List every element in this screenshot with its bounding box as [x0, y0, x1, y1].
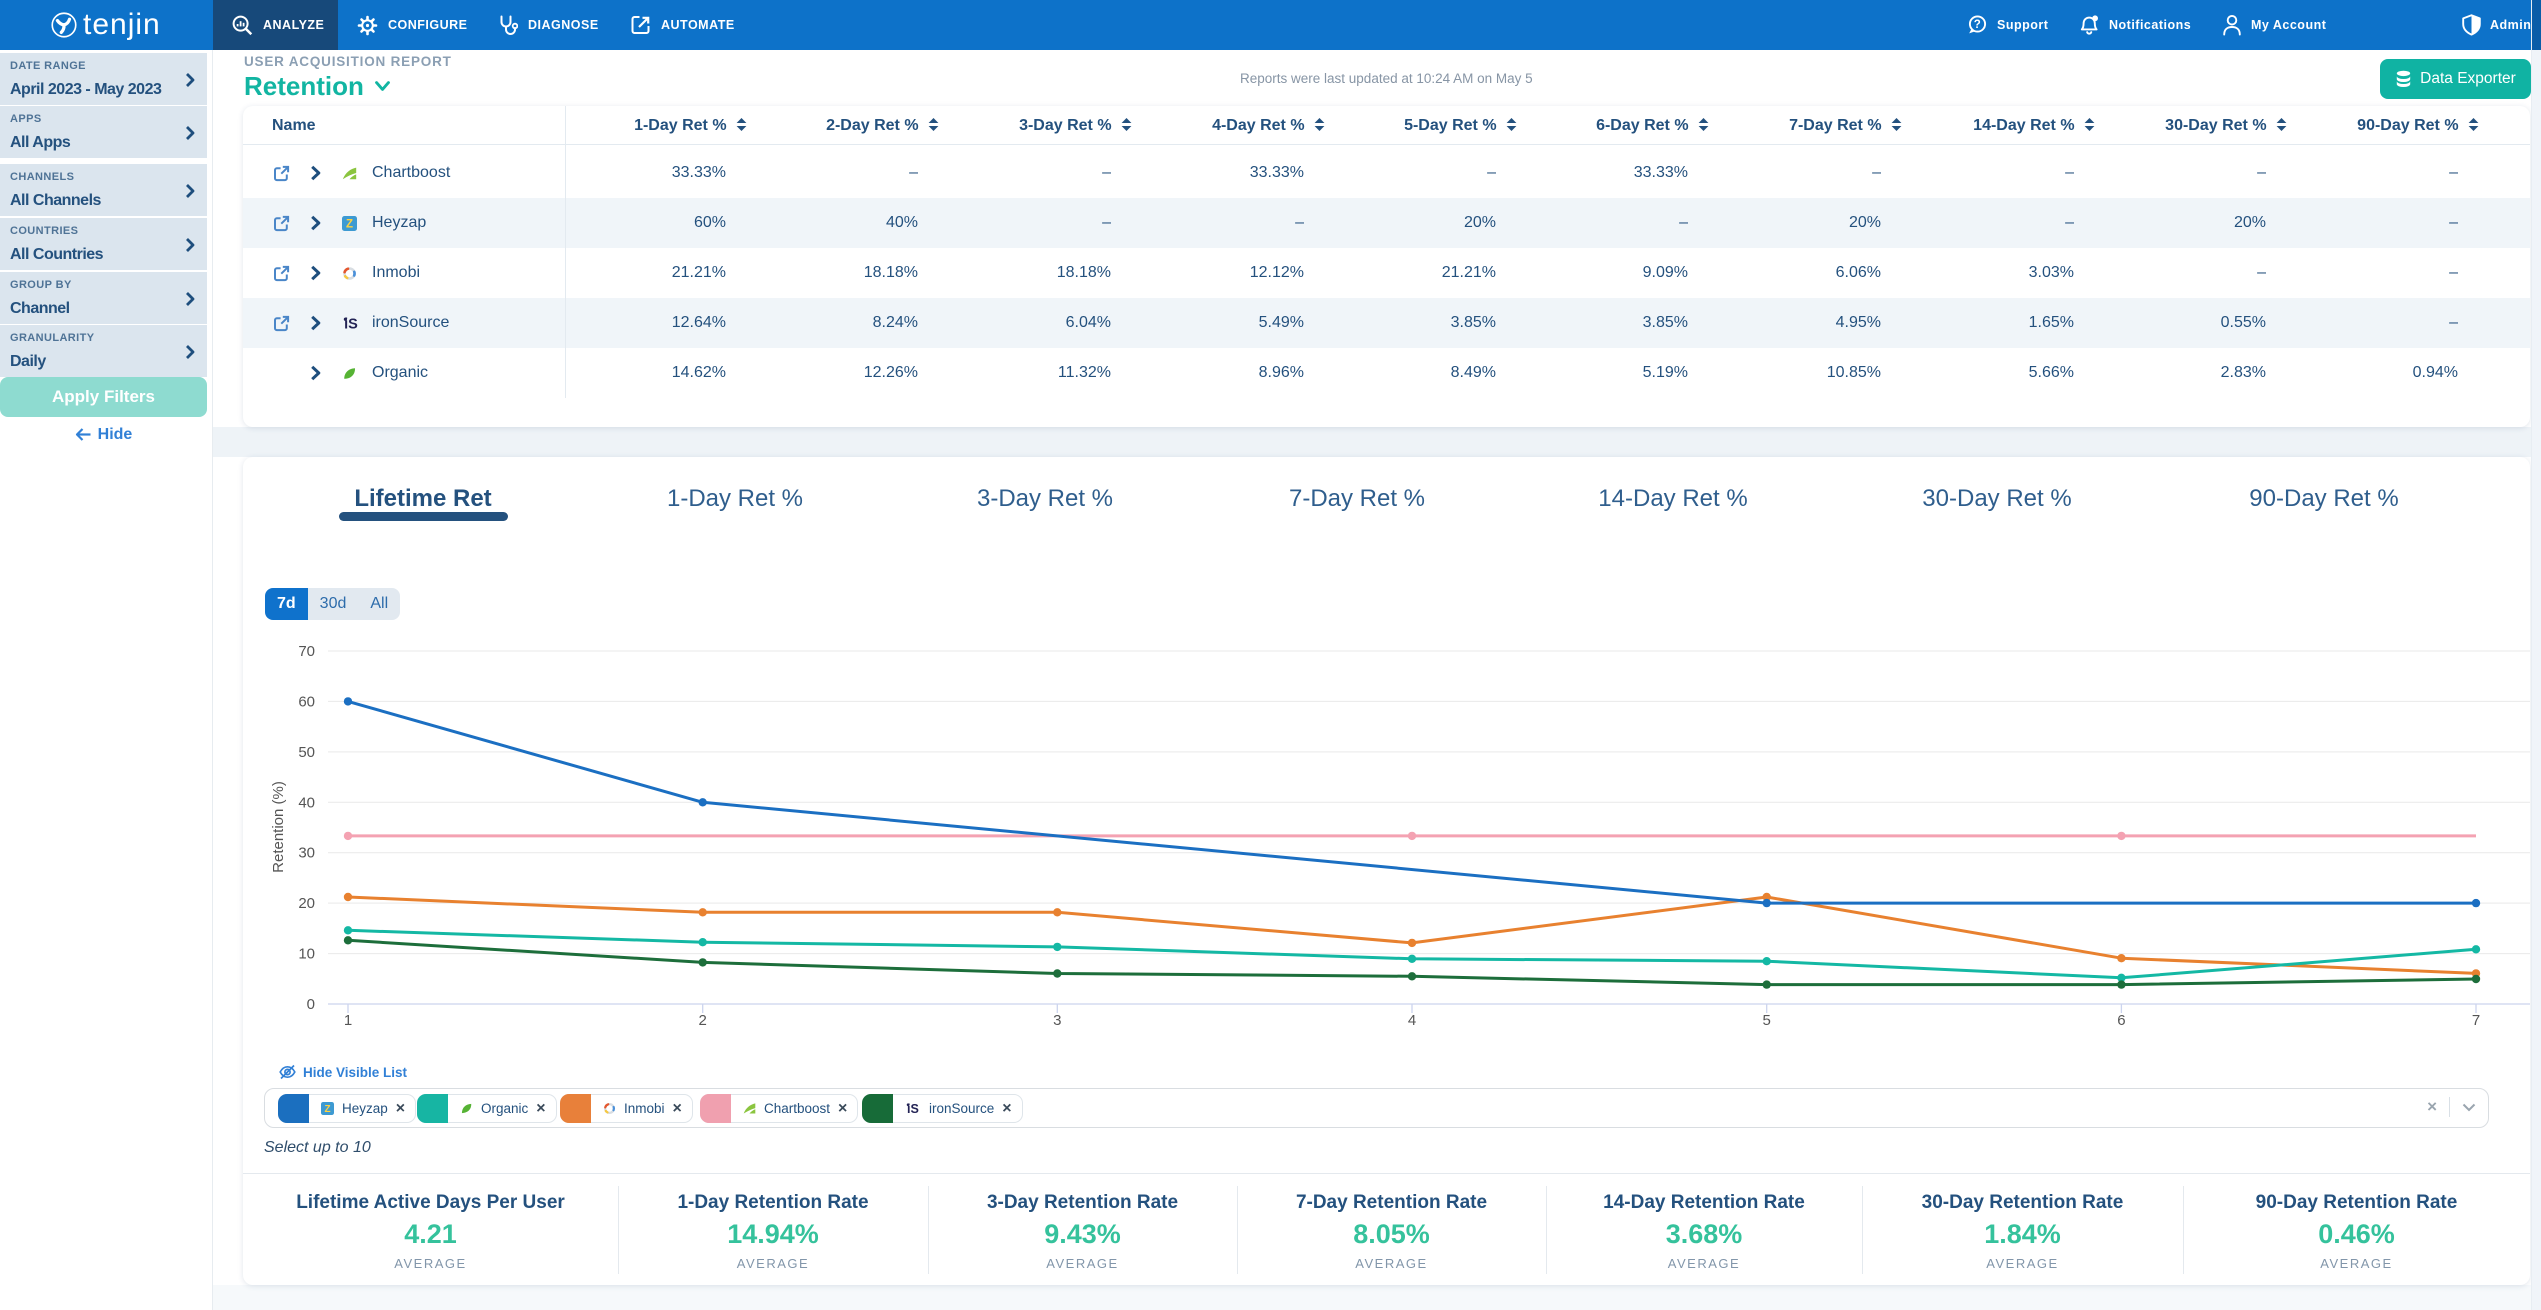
- svg-text:0: 0: [307, 996, 315, 1013]
- svg-text:30: 30: [298, 845, 315, 862]
- svg-text:3: 3: [1053, 1012, 1061, 1029]
- svg-text:2: 2: [699, 1012, 707, 1029]
- svg-text:Z: Z: [346, 219, 353, 231]
- svg-text:6: 6: [2117, 1012, 2125, 1029]
- svg-text:70: 70: [298, 643, 315, 660]
- svg-text:50: 50: [298, 744, 315, 761]
- svg-text:60: 60: [298, 693, 315, 710]
- svg-text:?: ?: [1974, 19, 1982, 31]
- svg-text:10: 10: [298, 946, 315, 963]
- svg-text:20: 20: [298, 895, 315, 912]
- svg-text:40: 40: [298, 794, 315, 811]
- svg-text:7: 7: [2472, 1012, 2480, 1029]
- svg-text:Retention (%): Retention (%): [270, 781, 287, 873]
- svg-text:4: 4: [1408, 1012, 1416, 1029]
- svg-text:1: 1: [344, 1012, 352, 1029]
- svg-text:Z: Z: [324, 1104, 330, 1115]
- svg-text:5: 5: [1763, 1012, 1771, 1029]
